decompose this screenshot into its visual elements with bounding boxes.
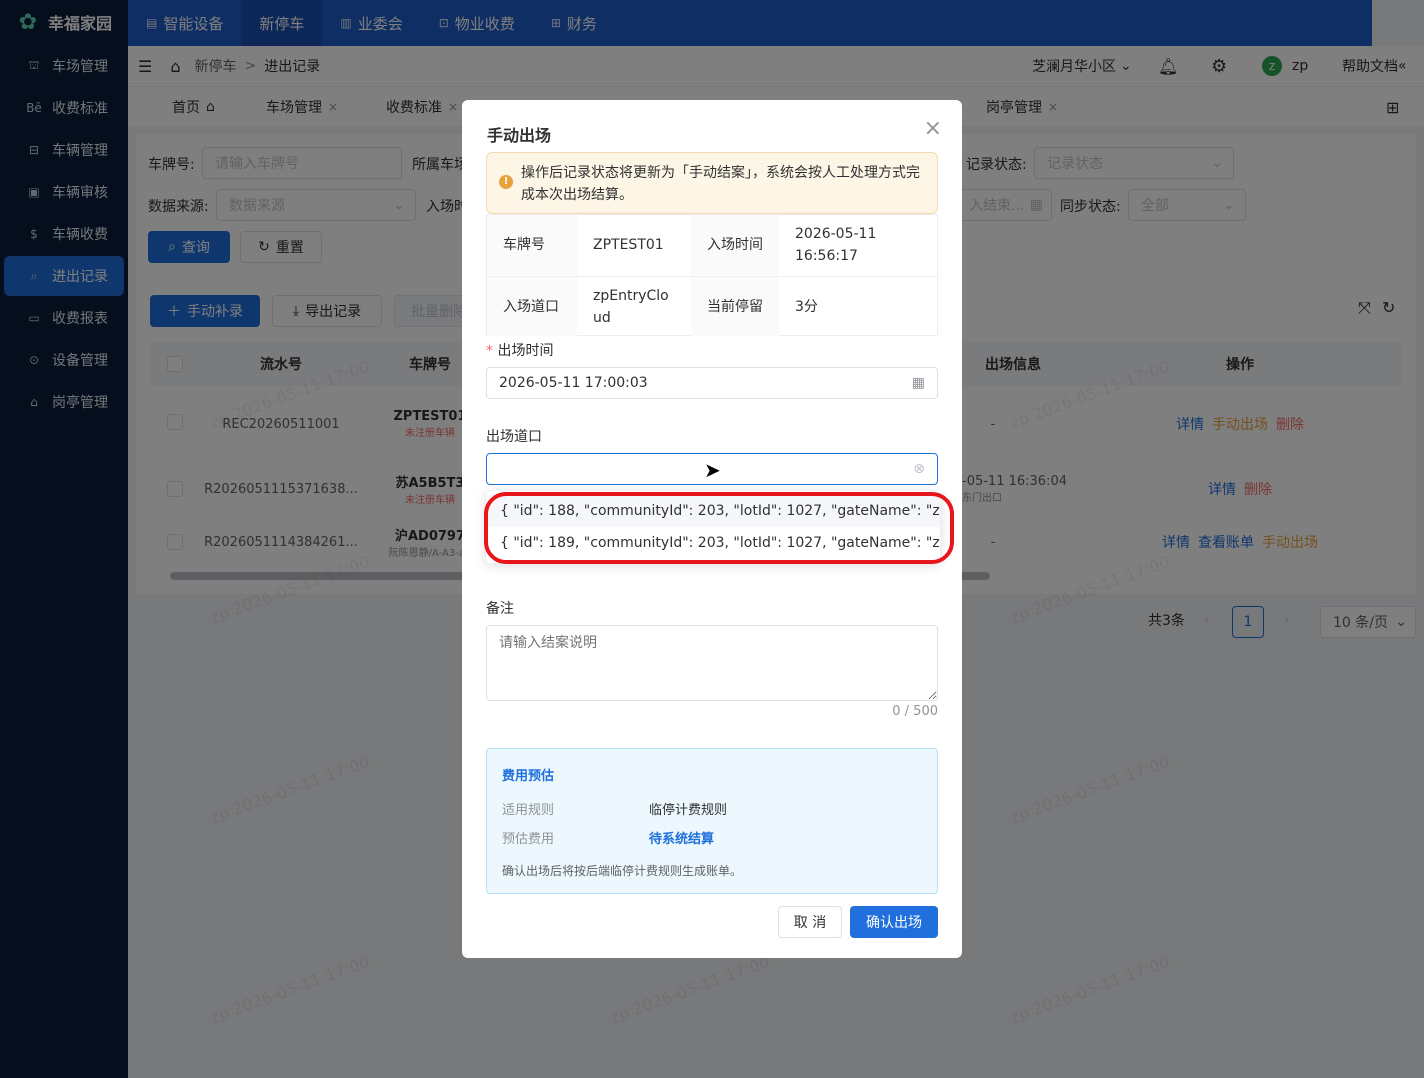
rule-label: 适用规则 bbox=[502, 803, 555, 818]
entry-time-label: 入场时间 bbox=[691, 215, 779, 275]
fee-note: 确认出场后将按后端临停计费规则生成账单。 bbox=[502, 864, 743, 878]
close-icon[interactable]: × bbox=[924, 116, 942, 141]
estimate-value: 待系统结算 bbox=[649, 832, 715, 847]
remark-counter: 0 / 500 bbox=[892, 704, 938, 719]
plate-label: 车牌号 bbox=[487, 215, 577, 275]
fee-estimate-panel: 费用预估 适用规则 临停计费规则 预估费用 待系统结算 确认出场后将按后端临停计… bbox=[486, 748, 938, 894]
mouse-cursor-icon: ➤ bbox=[704, 458, 721, 482]
highlight-annotation bbox=[484, 492, 954, 564]
stay-label: 当前停留 bbox=[691, 276, 779, 336]
cancel-button[interactable]: 取 消 bbox=[778, 906, 842, 938]
estimate-label: 预估费用 bbox=[502, 832, 555, 847]
calendar-icon: ▦ bbox=[911, 375, 925, 391]
record-description: 车牌号 ZPTEST01 入场时间 2026-05-11 16:56:17 入场… bbox=[486, 214, 938, 336]
plate-value: ZPTEST01 bbox=[593, 237, 664, 253]
rule-value: 临停计费规则 bbox=[649, 803, 728, 818]
fee-title: 费用预估 bbox=[502, 769, 555, 784]
required-mark: * bbox=[486, 343, 498, 359]
exit-time-picker[interactable]: 2026-05-11 17:00:03 ▦ bbox=[486, 367, 938, 399]
entry-gate-label: 入场道口 bbox=[487, 276, 577, 336]
exit-gate-label: 出场道口 bbox=[486, 429, 542, 445]
remark-textarea[interactable] bbox=[486, 625, 938, 701]
stay-value: 3分 bbox=[779, 276, 937, 336]
entry-time-value: 2026-05-11 16:56:17 bbox=[795, 226, 877, 264]
entry-gate-value: zpEntryCloud bbox=[577, 276, 691, 336]
clear-icon[interactable]: ⊗ bbox=[913, 461, 925, 477]
exit-time-label: * 出场时间 bbox=[486, 343, 554, 359]
dialog-title: 手动出场 bbox=[487, 126, 552, 145]
remark-label: 备注 bbox=[486, 601, 514, 617]
warning-alert: ! 操作后记录状态将更新为「手动结案」，系统会按人工处理方式完成本次出场结算。 bbox=[486, 152, 938, 214]
confirm-exit-button[interactable]: 确认出场 bbox=[850, 906, 938, 938]
warning-icon: ! bbox=[499, 175, 513, 189]
